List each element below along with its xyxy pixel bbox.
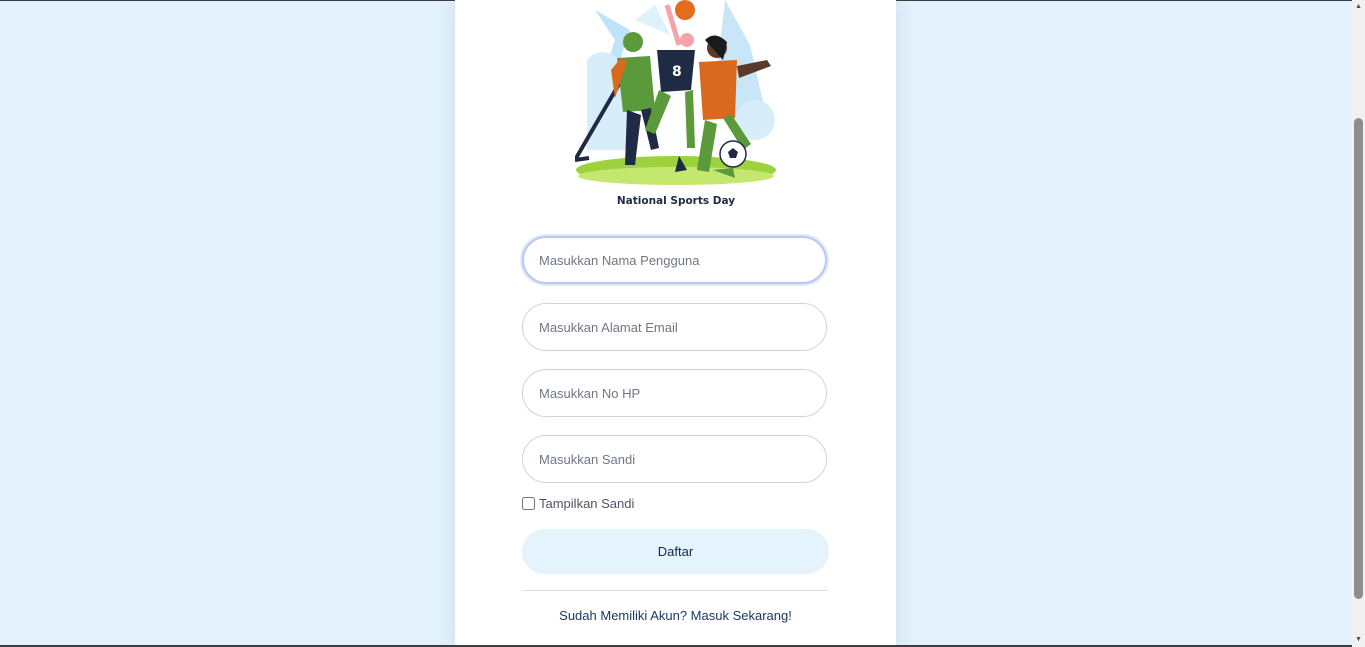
email-input[interactable] — [522, 303, 827, 351]
illustration-caption: National Sports Day — [616, 195, 736, 207]
register-button[interactable]: Daftar — [522, 529, 829, 574]
sports-illustration: 8 — [575, 0, 776, 185]
scroll-up-arrow-icon[interactable]: ▲ — [1352, 0, 1365, 14]
show-password-label: Tampilkan Sandi — [539, 495, 635, 511]
show-password-toggle[interactable]: Tampilkan Sandi — [522, 494, 634, 512]
login-link[interactable]: Sudah Memiliki Akun? Masuk Sekarang! — [522, 608, 829, 623]
show-password-checkbox[interactable] — [522, 496, 535, 510]
divider — [522, 590, 829, 591]
scrollbar-thumb[interactable] — [1354, 118, 1363, 599]
soccer-ball-icon — [719, 140, 747, 168]
register-card: 8 National Sports Day Tampilkan Sandi Da… — [455, 0, 896, 647]
scroll-down-arrow-icon[interactable]: ▼ — [1352, 633, 1365, 647]
password-input[interactable] — [522, 435, 827, 483]
basketball-icon — [675, 0, 695, 20]
jersey-number: 8 — [672, 64, 682, 80]
vertical-scrollbar[interactable]: ▲ ▼ — [1352, 0, 1365, 647]
phone-input[interactable] — [522, 369, 827, 417]
username-input[interactable] — [522, 236, 827, 284]
